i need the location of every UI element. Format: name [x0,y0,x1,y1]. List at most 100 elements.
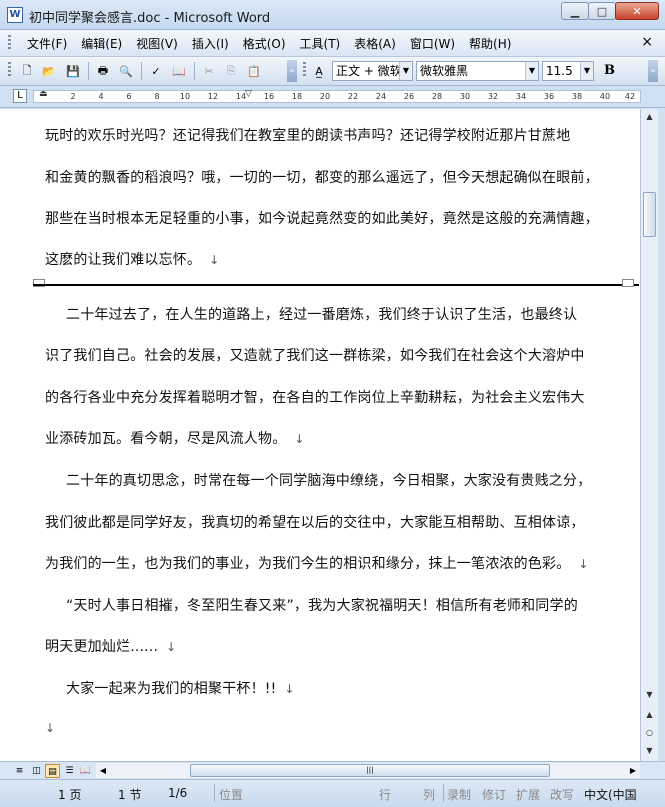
status-extend-selection[interactable]: 扩展 [516,786,540,803]
paragraph-mark: ↓ [578,557,589,571]
menu-table[interactable]: 表格(A) [347,35,403,53]
normal-view-icon[interactable]: ≡ [12,764,27,778]
copy-icon[interactable]: ⎘ [222,62,240,80]
toolbar-separator [88,62,89,80]
document-line: 大家一起来为我们的相聚干杯！!! ↓ [66,681,295,697]
print-preview-icon[interactable]: 🔍 [117,62,135,80]
styles-pane-icon[interactable]: A̲ [310,62,328,80]
ruler-tick: 30 [459,92,471,101]
menu-tools[interactable]: 工具(T) [293,35,348,53]
web-layout-view-icon[interactable]: ◫ [29,764,44,778]
font-size-dropdown[interactable]: 11.5 ▼ [542,61,594,81]
status-position: 位置 [219,788,244,802]
ruler-tick: 24 [375,92,387,101]
menu-file[interactable]: 文件(F) [20,35,74,53]
previous-page-icon[interactable]: ▲ [642,707,657,723]
menu-items: 文件(F) 编辑(E) 视图(V) 插入(I) 格式(O) 工具(T) 表格(A… [20,35,518,53]
ruler-tick: 12 [207,92,219,101]
print-icon[interactable]: 🖶 [94,62,112,80]
word-app-icon[interactable]: W [7,7,23,23]
menu-insert[interactable]: 插入(I) [185,35,236,53]
document-close-button[interactable]: × [641,34,653,50]
chevron-down-icon[interactable]: ▼ [580,62,593,80]
menu-help[interactable]: 帮助(H) [462,35,518,53]
vertical-scrollbar[interactable]: ▲ ▼ ▲ ○ ▼ [640,109,658,761]
scroll-down-icon[interactable]: ▼ [642,687,657,703]
toolbar: 🗋 📂 💾 🖶 🔍 ✓ 📖 ✂ ⎘ 📋 » A̲ 正文 + 微软 ▼ 微软雅黑 … [0,57,665,86]
menu-format[interactable]: 格式(O) [236,35,293,53]
document-line: 业添砖加瓦。看今朝，尽是风流人物。 ↓ [45,431,305,447]
menu-window[interactable]: 窗口(W) [403,35,462,53]
paste-icon[interactable]: 📋 [245,62,263,80]
open-folder-icon[interactable]: 📂 [40,62,58,80]
formatting-toolbar-grip[interactable] [303,62,306,78]
chevron-down-icon[interactable]: ▼ [525,62,538,80]
status-page-of: 1/6 [168,786,188,800]
document-line: 那些在当时根本无足轻重的小事，如今说起竟然变的如此美好，竟然是这般的充满情趣， [45,211,599,227]
status-overtype[interactable]: 改写 [550,786,574,803]
outline-view-icon[interactable]: ☰ [62,764,77,778]
document-line: 和金黄的飘香的稻浪吗？哦，一切的一切，都变的那么遥远了，但今天想起确似在眼前， [45,170,599,186]
ruler-tick: 10 [179,92,191,101]
close-icon[interactable]: ✕ [615,2,659,20]
toolbar-overflow-chevron[interactable]: » [648,60,658,82]
menu-edit[interactable]: 编辑(E) [74,35,129,53]
cut-icon[interactable]: ✂ [200,62,218,80]
scroll-left-icon[interactable]: ◀ [96,763,110,778]
ruler-tick: 20 [319,92,331,101]
page-break-handle[interactable] [622,279,634,287]
next-page-icon[interactable]: ▼ [642,743,657,759]
bold-button[interactable]: B [604,63,615,78]
font-dropdown[interactable]: 微软雅黑 ▼ [416,61,539,81]
paragraph-mark: ↓ [166,640,177,654]
minimize-icon[interactable]: ▁ [561,2,589,20]
status-track-changes[interactable]: 修订 [482,786,506,803]
ruler-tick: 34 [515,92,527,101]
ruler-tick: 18 [291,92,303,101]
document-page[interactable]: 玩时的欢乐时光吗？还记得我们在教室里的朗读书声吗？还记得学校附近那片甘蔗地 和金… [0,109,640,761]
menu-grip-handle[interactable] [8,35,11,51]
document-line: 二十年的真切思念，时常在每一个同学脑海中缭绕，今日相聚，大家没有贵贱之分， [66,473,592,489]
font-dropdown-value: 微软雅黑 [420,64,469,78]
left-indent-marker-icon[interactable]: ⏏ [39,89,48,99]
save-icon[interactable]: 💾 [64,62,82,80]
chevron-down-icon[interactable]: ▼ [399,62,412,80]
status-bar: 1 页 1 节 1/6 位置 行 列 录制 修订 扩展 改写 中文(中国 [0,779,665,807]
paragraph-mark: ↓ [209,253,220,267]
print-layout-view-icon[interactable]: ▤ [45,764,60,778]
ruler-tick: 36 [543,92,555,101]
status-separator [443,784,444,802]
spelling-check-icon[interactable]: ✓ [147,62,165,80]
page-break-line [33,284,639,286]
document-line: “天时人事日相摧，冬至阳生春又来”，我为大家祝福明天！相信所有老师和同学的 [66,598,578,614]
scroll-up-icon[interactable]: ▲ [642,109,657,125]
toolbar-separator [141,62,142,80]
style-dropdown[interactable]: 正文 + 微软 ▼ [332,61,413,81]
status-page: 1 页 [58,788,82,802]
status-record-macro[interactable]: 录制 [447,786,471,803]
ruler-strip[interactable]: ⏏ ▽ 2 4 6 8 10 12 14 16 18 20 22 24 26 2… [33,89,641,103]
document-line: ↓ [45,720,55,736]
view-bar: ≡ ◫ ▤ ☰ 📖 ◀ ||| ▶ [0,761,665,779]
research-icon[interactable]: 📖 [170,62,188,80]
horizontal-scroll-thumb[interactable]: ||| [190,764,550,777]
standard-toolbar-grip[interactable] [8,62,11,78]
maximize-icon[interactable]: □ [588,2,616,20]
toolbar-overflow-chevron[interactable]: » [287,60,297,82]
document-line: 二十年过去了，在人生的道路上，经过一番磨炼，我们终于认识了生活，也最终认 [66,307,578,323]
tab-selector-icon[interactable]: L [13,89,27,103]
new-document-icon[interactable]: 🗋 [18,62,36,80]
toolbar-separator [194,62,195,80]
ruler-tick: 38 [571,92,583,101]
vertical-scroll-thumb[interactable] [643,192,656,237]
status-line: 行 [379,788,392,802]
scroll-right-icon[interactable]: ▶ [626,763,640,778]
status-language[interactable]: 中文(中国 [584,786,637,803]
horizontal-scrollbar[interactable]: ◀ ||| ▶ [96,763,640,778]
select-browse-object-icon[interactable]: ○ [642,725,657,741]
reading-layout-view-icon[interactable]: 📖 [78,764,93,778]
menu-bar: 文件(F) 编辑(E) 视图(V) 插入(I) 格式(O) 工具(T) 表格(A… [0,30,665,57]
ruler-tick: 16 [263,92,275,101]
ruler-tick: 8 [154,92,160,101]
menu-view[interactable]: 视图(V) [129,35,185,53]
